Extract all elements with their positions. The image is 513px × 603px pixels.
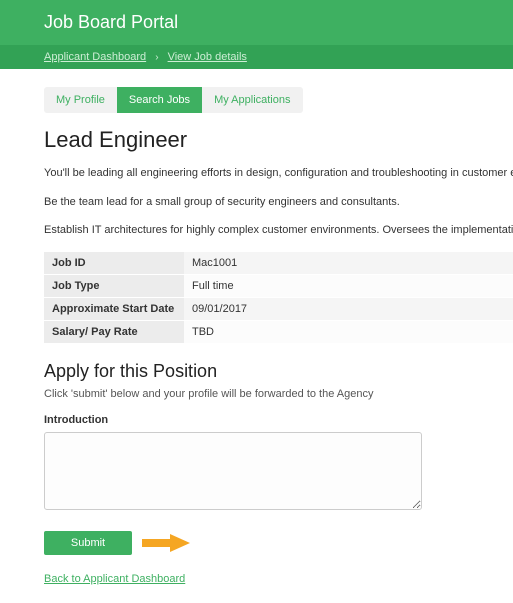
back-to-dashboard-link[interactable]: Back to Applicant Dashboard <box>44 573 185 585</box>
detail-value: Mac1001 <box>184 251 513 274</box>
header-bar: Job Board Portal <box>0 0 513 45</box>
app-title: Job Board Portal <box>44 12 495 33</box>
tab-my-applications[interactable]: My Applications <box>202 87 302 113</box>
detail-value: TBD <box>184 320 513 343</box>
detail-label: Approximate Start Date <box>44 297 184 320</box>
submit-row: Submit <box>44 531 513 555</box>
apply-hint: Click 'submit' below and your profile wi… <box>44 388 513 400</box>
job-details-table: Job IDMac1001 Job TypeFull time Approxim… <box>44 251 513 343</box>
breadcrumb-current-link[interactable]: View Job details <box>168 51 247 63</box>
introduction-label: Introduction <box>44 414 513 426</box>
introduction-textarea[interactable] <box>44 432 422 510</box>
detail-value: 09/01/2017 <box>184 297 513 320</box>
detail-label: Job ID <box>44 251 184 274</box>
breadcrumb: Applicant Dashboard › View Job details <box>0 45 513 69</box>
main-content: My Profile Search Jobs My Applications L… <box>0 69 513 603</box>
table-row: Salary/ Pay RateTBD <box>44 320 513 343</box>
job-title: Lead Engineer <box>44 127 513 153</box>
chevron-right-icon: › <box>149 52 164 63</box>
apply-heading: Apply for this Position <box>44 361 513 382</box>
tab-search-jobs[interactable]: Search Jobs <box>117 87 202 113</box>
job-description: You'll be leading all engineering effort… <box>44 165 513 239</box>
job-desc-p2: Be the team lead for a small group of se… <box>44 194 513 211</box>
submit-button[interactable]: Submit <box>44 531 132 555</box>
detail-label: Job Type <box>44 274 184 297</box>
detail-label: Salary/ Pay Rate <box>44 320 184 343</box>
table-row: Job IDMac1001 <box>44 251 513 274</box>
job-desc-p3: Establish IT architectures for highly co… <box>44 222 513 239</box>
detail-value: Full time <box>184 274 513 297</box>
tab-my-profile[interactable]: My Profile <box>44 87 117 113</box>
arrow-icon <box>142 534 190 552</box>
breadcrumb-dashboard-link[interactable]: Applicant Dashboard <box>44 51 146 63</box>
table-row: Job TypeFull time <box>44 274 513 297</box>
table-row: Approximate Start Date09/01/2017 <box>44 297 513 320</box>
job-desc-p1: You'll be leading all engineering effort… <box>44 165 513 182</box>
tabs: My Profile Search Jobs My Applications <box>44 87 303 113</box>
